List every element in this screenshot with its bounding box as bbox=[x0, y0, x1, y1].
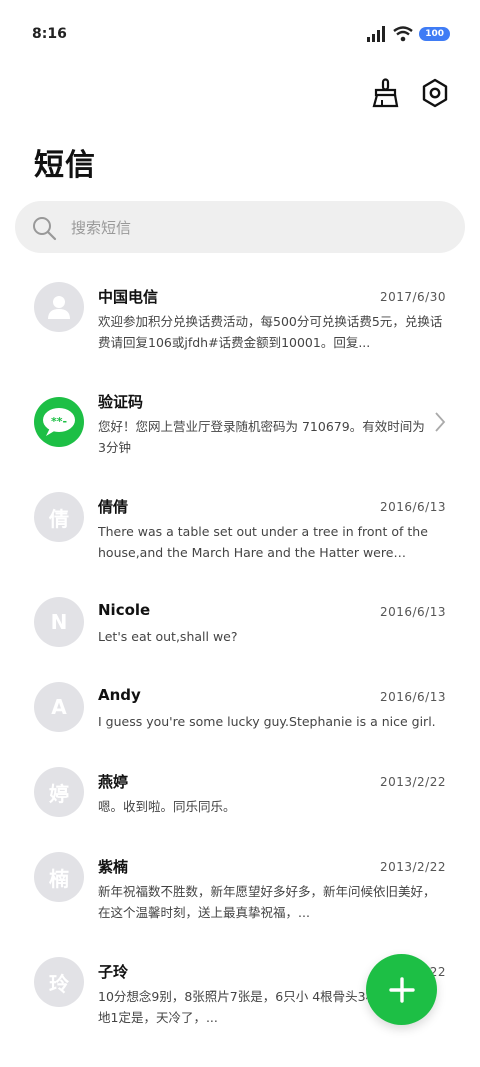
sender-name: Andy bbox=[98, 686, 141, 704]
sender-name: Nicole bbox=[98, 601, 151, 619]
message-date: 2017/6/30 bbox=[379, 290, 446, 304]
message-preview: There was a table set out under a tree i… bbox=[98, 524, 428, 560]
status-bar: 8:16 100 bbox=[0, 0, 480, 66]
message-preview: 新年祝福数不胜数，新年愿望好多好多，新年问候依旧美好，在这个温馨时刻，送上最真挚… bbox=[98, 884, 436, 920]
status-time: 8:16 bbox=[32, 26, 67, 42]
battery-badge: 100 bbox=[419, 27, 450, 41]
status-icons: 100 bbox=[367, 22, 450, 46]
sender-name: 子玲 bbox=[98, 963, 129, 981]
conversation-item[interactable]: 倩 倩倩 2016/6/13 There was a table set out… bbox=[0, 492, 480, 572]
sender-name: 燕婷 bbox=[98, 773, 129, 791]
message-date: 2013/2/22 bbox=[379, 775, 446, 789]
conversation-item[interactable]: A Andy 2016/6/13 I guess you're some luc… bbox=[0, 682, 480, 742]
search-input[interactable] bbox=[69, 201, 453, 255]
sender-name: 紫楠 bbox=[98, 858, 129, 876]
sender-name: 倩倩 bbox=[98, 498, 129, 516]
person-icon bbox=[48, 296, 70, 319]
broom-icon bbox=[372, 78, 399, 108]
conversation-item[interactable]: 楠 紫楠 2013/2/22 新年祝福数不胜数，新年愿望好多好多，新年问候依旧美… bbox=[0, 852, 480, 932]
message-preview: 您好！您网上营业厅登录随机密码为 710679。有效时间为3分钟 bbox=[98, 419, 425, 455]
message-date: 2013/2/22 bbox=[379, 860, 446, 874]
message-preview: I guess you're some lucky guy.Stephanie … bbox=[98, 714, 436, 729]
gear-icon bbox=[422, 78, 448, 108]
avatar: 玲 bbox=[34, 957, 84, 1007]
message-date: 2016/6/13 bbox=[379, 690, 446, 704]
avatar-text: **- bbox=[51, 415, 67, 428]
sender-name: 中国电信 bbox=[98, 288, 159, 306]
avatar: A bbox=[34, 682, 84, 732]
signal-icon bbox=[367, 26, 386, 42]
chat-bubble-icon: **- bbox=[43, 408, 75, 436]
chevron-right-icon bbox=[435, 412, 446, 432]
conversation-item[interactable]: **- 验证码 您好！您网上营业厅登录随机密码为 710679。有效时间为3分钟 bbox=[0, 387, 480, 467]
plus-icon bbox=[388, 976, 415, 1003]
message-date: 2016/6/13 bbox=[379, 605, 446, 619]
search-bar[interactable] bbox=[15, 201, 465, 255]
wifi-icon bbox=[393, 26, 413, 42]
settings-button[interactable] bbox=[418, 76, 452, 110]
conversation-item[interactable]: N Nicole 2016/6/13 Let's eat out,shall w… bbox=[0, 597, 480, 657]
avatar: 婷 bbox=[34, 767, 84, 817]
conversation-item[interactable]: 婷 燕婷 2013/2/22 嗯。收到啦。同乐同乐。 bbox=[0, 767, 480, 827]
avatar: N bbox=[34, 597, 84, 647]
top-actions bbox=[368, 76, 452, 110]
conversation-item[interactable]: 中国电信 2017/6/30 欢迎参加积分兑换话费活动，每500分可兑换话费5元… bbox=[0, 282, 480, 362]
message-preview: Let's eat out,shall we? bbox=[98, 629, 238, 644]
clean-button[interactable] bbox=[368, 76, 402, 110]
sender-name: 验证码 bbox=[98, 393, 144, 411]
page-title: 短信 bbox=[34, 148, 96, 183]
avatar: **- bbox=[34, 397, 84, 447]
message-preview: 嗯。收到啦。同乐同乐。 bbox=[98, 799, 236, 814]
avatar bbox=[34, 282, 84, 332]
new-message-button[interactable] bbox=[366, 954, 437, 1025]
message-preview: 欢迎参加积分兑换话费活动，每500分可兑换话费5元，兑换话费请回复106或jfd… bbox=[98, 314, 443, 350]
avatar: 倩 bbox=[34, 492, 84, 542]
avatar: 楠 bbox=[34, 852, 84, 902]
message-date: 2016/6/13 bbox=[379, 500, 446, 514]
search-icon bbox=[33, 217, 57, 241]
